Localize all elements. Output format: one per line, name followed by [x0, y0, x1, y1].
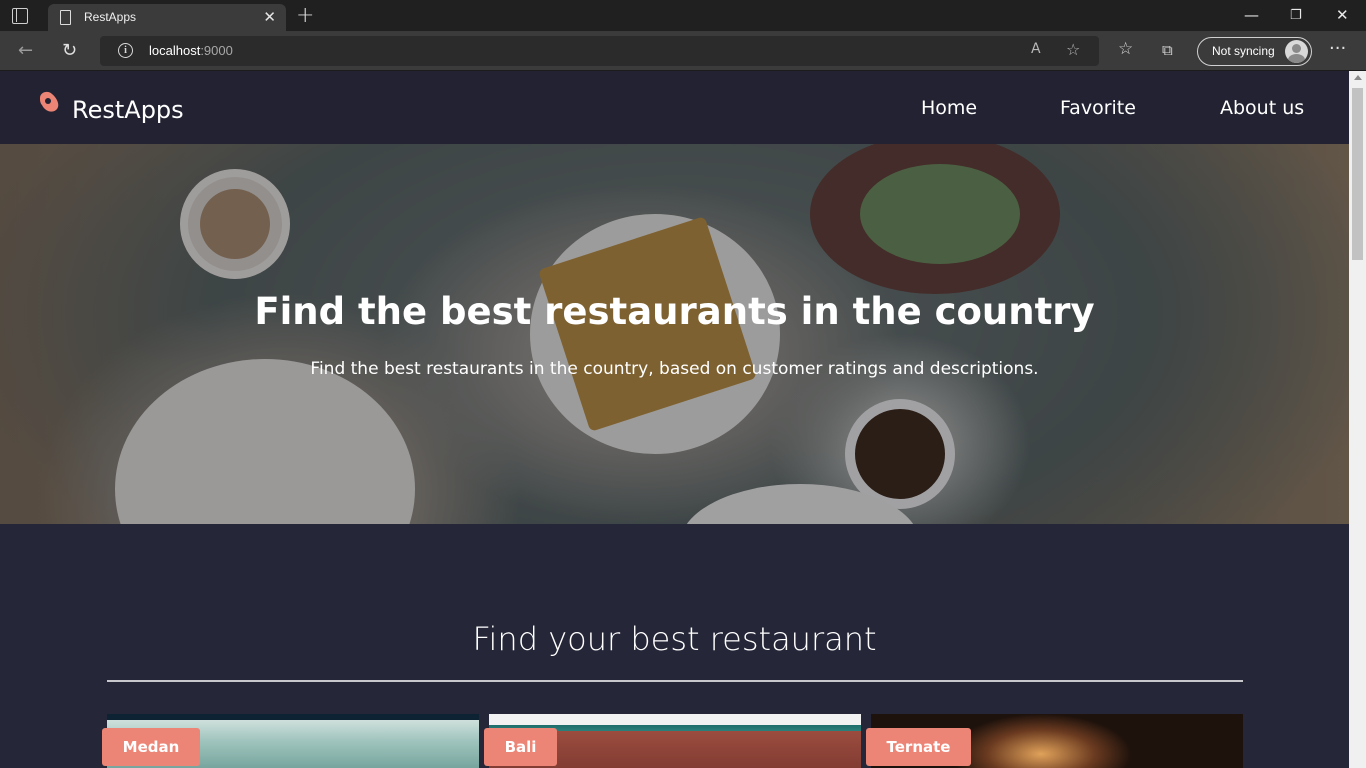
tab-actions-icon[interactable]: [12, 8, 28, 24]
read-aloud-icon[interactable]: A: [1031, 41, 1041, 57]
browser-tab-bar: RestApps ✕ + — ❐ ✕: [0, 0, 1366, 32]
sync-label: Not syncing: [1212, 44, 1275, 58]
add-favorite-icon[interactable]: ☆: [1066, 40, 1080, 59]
tab-title: RestApps: [84, 10, 137, 24]
close-window-icon[interactable]: ✕: [1336, 6, 1349, 24]
hero-overlay: [0, 144, 1349, 524]
url-port: :9000: [200, 43, 233, 58]
profile-sync-button[interactable]: Not syncing: [1197, 37, 1312, 66]
new-tab-icon[interactable]: +: [296, 3, 314, 28]
browser-toolbar: ← ↻ i localhost:9000 A ☆ ☆ ⧉ Not syncing…: [0, 32, 1366, 71]
minimize-icon[interactable]: —: [1244, 6, 1259, 24]
browser-tab[interactable]: RestApps ✕: [48, 4, 286, 32]
hero-section: Find the best restaurants in the country…: [0, 144, 1349, 524]
scroll-thumb[interactable]: [1352, 88, 1363, 260]
back-icon[interactable]: ←: [18, 40, 33, 61]
restore-icon[interactable]: ❐: [1290, 8, 1302, 23]
info-icon[interactable]: i: [118, 43, 133, 58]
more-options-icon[interactable]: ···: [1329, 38, 1346, 59]
hero-title: Find the best restaurants in the country: [254, 290, 1095, 333]
avatar: [1285, 40, 1308, 63]
page-viewport: RestApps Home Favorite About us Find the…: [0, 71, 1366, 768]
scroll-up-arrow-icon[interactable]: [1354, 75, 1362, 80]
refresh-icon[interactable]: ↻: [62, 40, 77, 61]
url-host: localhost: [149, 43, 201, 58]
page: RestApps Home Favorite About us Find the…: [0, 71, 1349, 768]
city-badge: Bali: [484, 728, 557, 766]
brand-name[interactable]: RestApps: [72, 96, 184, 124]
site-header: RestApps Home Favorite About us: [0, 71, 1349, 144]
page-icon: [60, 10, 71, 25]
nav-favorite[interactable]: Favorite: [1060, 97, 1136, 119]
address-bar[interactable]: i localhost:9000 A ☆: [100, 36, 1099, 66]
logo-icon[interactable]: [34, 89, 62, 117]
city-badge: Medan: [102, 728, 200, 766]
close-tab-icon[interactable]: ✕: [263, 8, 276, 26]
url-text: localhost:9000: [149, 43, 233, 58]
section-divider: [107, 680, 1243, 682]
page-scrollbar[interactable]: [1349, 71, 1366, 768]
city-badge: Ternate: [866, 728, 971, 766]
favorites-icon[interactable]: ☆: [1118, 39, 1133, 59]
nav-home[interactable]: Home: [921, 97, 977, 119]
collections-icon[interactable]: ⧉: [1162, 41, 1173, 59]
nav-about-us[interactable]: About us: [1220, 97, 1304, 119]
hero-subtitle: Find the best restaurants in the country…: [310, 359, 1039, 379]
section-title: Find your best restaurant: [472, 620, 877, 658]
